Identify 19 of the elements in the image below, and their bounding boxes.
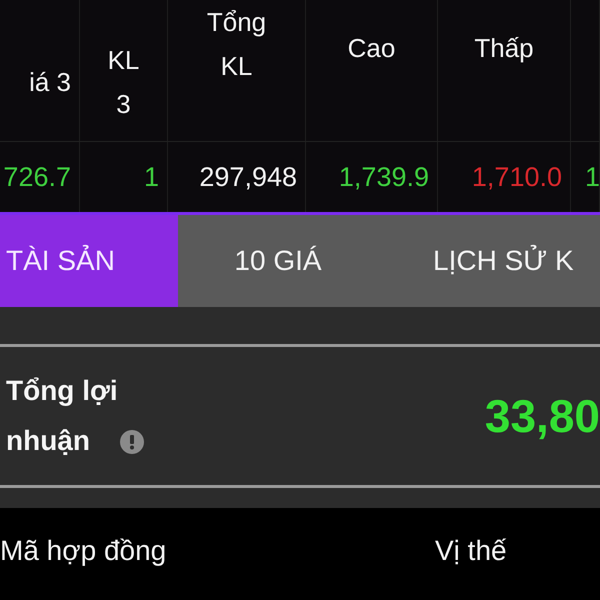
column-header: Vị thế xyxy=(435,534,507,568)
info-icon[interactable] xyxy=(120,430,144,454)
column-header: Cao xyxy=(348,32,396,65)
table-cell-text: 726.7 xyxy=(3,160,71,194)
profit-label: Tổng lợi nhuận xyxy=(6,374,119,458)
table-cell-text: 297,948 xyxy=(199,160,297,194)
table-cell-text: 1 xyxy=(144,160,159,194)
tab[interactable]: LỊCH SỬ K xyxy=(378,215,600,307)
table-cell-text: 1,710.0 xyxy=(472,160,562,194)
column-header: Tổng KL xyxy=(206,6,268,83)
profit-value: 33,80 xyxy=(484,388,600,444)
tab[interactable]: TÀI SẢN xyxy=(0,215,178,307)
column-header: KL 3 xyxy=(106,44,140,121)
column-header: Thấp xyxy=(474,32,534,65)
tab[interactable]: 10 GIÁ xyxy=(178,215,378,307)
column-header: iá 3 xyxy=(28,66,72,99)
table-cell-text: 1 xyxy=(585,160,600,194)
column-header: Mã hợp đồng xyxy=(0,534,168,568)
table-cell-text: 1,739.9 xyxy=(338,160,429,194)
